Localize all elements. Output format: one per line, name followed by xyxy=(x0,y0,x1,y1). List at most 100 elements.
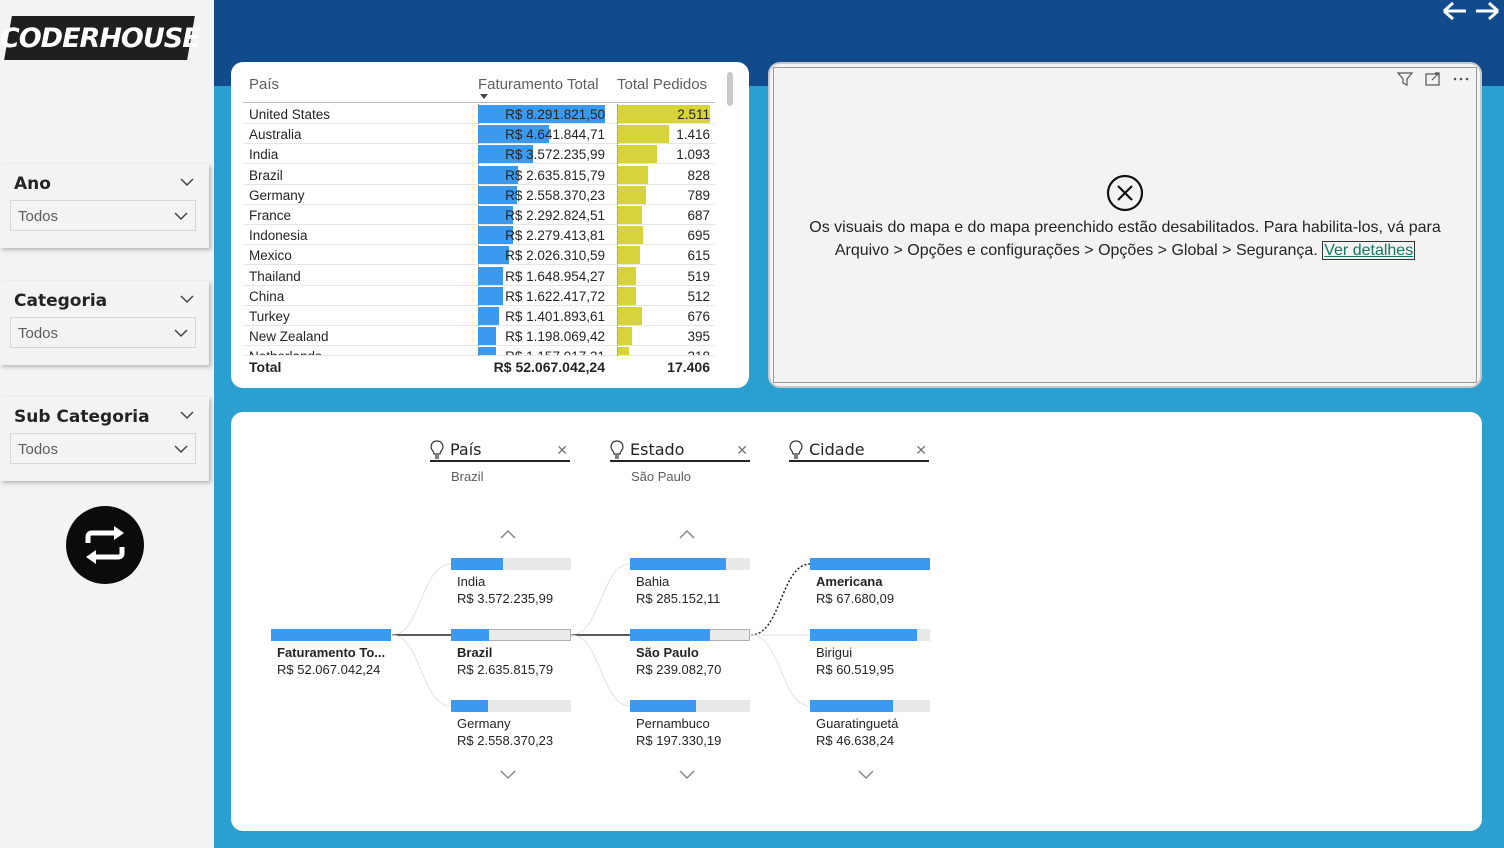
cell-revenue: R$ 2.279.413,81 xyxy=(505,228,605,244)
column-header-revenue[interactable]: Faturamento Total xyxy=(478,76,599,93)
cell-country: Australia xyxy=(249,127,302,143)
column-divider xyxy=(617,104,618,356)
cell-revenue: R$ 1.198.069,42 xyxy=(505,329,605,345)
chevron-up-icon[interactable] xyxy=(499,528,517,540)
table-row[interactable]: Indonesia R$ 2.279.413,81 695 xyxy=(243,225,715,246)
country-table[interactable]: País Faturamento Total Total Pedidos Uni… xyxy=(231,62,749,388)
table-row[interactable]: Brazil R$ 2.635.815,79 828 xyxy=(243,165,715,185)
lightbulb-icon[interactable] xyxy=(430,440,444,460)
reset-filters-button[interactable] xyxy=(66,506,144,584)
node-label: Guaratinguetá xyxy=(816,716,899,731)
table-row[interactable]: New Zealand R$ 1.198.069,42 395 xyxy=(243,326,715,347)
table-scrollbar[interactable] xyxy=(727,72,733,106)
table-row[interactable]: Australia R$ 4.641.844,71 1.416 xyxy=(243,124,715,145)
see-details-link[interactable]: Ver detalhes xyxy=(1322,241,1416,260)
chevron-down-icon[interactable] xyxy=(179,291,195,307)
level-header-estado[interactable]: Estado ✕ xyxy=(610,440,750,462)
lightbulb-icon[interactable] xyxy=(789,440,803,460)
node-bar xyxy=(630,629,711,641)
table-row[interactable]: India R$ 3.572.235,99 1.093 xyxy=(243,144,715,165)
close-icon[interactable]: ✕ xyxy=(736,442,748,459)
table-row[interactable]: France R$ 2.292.824,51 687 xyxy=(243,205,715,225)
cell-revenue: R$ 4.641.844,71 xyxy=(505,127,605,143)
cell-revenue: R$ 1.401.893,61 xyxy=(505,309,605,324)
column-header-country[interactable]: País xyxy=(249,76,279,93)
slicer-title: Ano xyxy=(14,174,51,194)
node-bar xyxy=(630,700,696,712)
table-total-row: Total R$ 52.067.042,24 17.406 xyxy=(243,357,715,379)
level-selected-value: São Paulo xyxy=(631,469,691,484)
cell-orders: 318 xyxy=(617,349,710,355)
slicer-dropdown[interactable]: Todos xyxy=(10,317,196,348)
node-bar xyxy=(271,629,391,641)
table-row[interactable]: China R$ 1.622.417,72 512 xyxy=(243,286,715,306)
cell-revenue: R$ 1.648.954,27 xyxy=(505,268,605,284)
chevron-down-icon xyxy=(174,445,188,454)
table-row[interactable]: Mexico R$ 2.026.310,59 615 xyxy=(243,245,715,266)
node-value: R$ 2.635.815,79 xyxy=(457,662,554,677)
node-bar xyxy=(630,558,726,570)
cell-revenue: R$ 1.157.917,31 xyxy=(478,349,605,355)
table-row[interactable]: Turkey R$ 1.401.893,61 676 xyxy=(243,306,715,326)
table-row[interactable]: Netherlands R$ 1.157.917,31 318 xyxy=(243,346,715,356)
node-bar xyxy=(451,629,490,641)
level-header-pais[interactable]: País ✕ xyxy=(430,440,570,462)
close-icon[interactable]: ✕ xyxy=(556,442,568,459)
refresh-arrows-icon xyxy=(85,526,125,564)
slicer-dropdown[interactable]: Todos xyxy=(10,200,196,231)
chevron-down-icon xyxy=(174,329,188,338)
cell-country: Thailand xyxy=(249,268,301,284)
chevron-down-icon[interactable] xyxy=(678,769,696,781)
decomposition-tree: País ✕ Brazil Estado ✕ São Paulo Cidade … xyxy=(231,412,1482,831)
cell-country: Mexico xyxy=(249,248,292,264)
total-revenue: R$ 52.067.042,24 xyxy=(493,359,605,375)
table-row[interactable]: United States R$ 8.291.821,50 2.511 xyxy=(243,104,715,124)
page-navigation[interactable] xyxy=(1442,0,1500,24)
node-value: R$ 60.519,95 xyxy=(816,662,895,677)
node-value: R$ 3.572.235,99 xyxy=(457,591,554,606)
cell-country: Netherlands xyxy=(249,349,322,355)
filter-icon[interactable] xyxy=(1396,70,1414,88)
cell-orders: 1.416 xyxy=(676,127,710,143)
arrow-right-icon xyxy=(1476,1,1499,21)
cell-orders: 676 xyxy=(687,309,710,324)
slicer-sub-categoria: Sub Categoria Todos xyxy=(0,397,209,481)
header-divider xyxy=(243,102,715,103)
visual-header-toolbar xyxy=(1396,70,1470,88)
cell-country: United States xyxy=(249,107,331,122)
node-value: R$ 67.680,09 xyxy=(816,591,895,606)
node-label: Birigui xyxy=(816,645,853,660)
cell-orders: 1.093 xyxy=(676,147,710,163)
node-label: Brazil xyxy=(457,645,493,660)
lightbulb-icon[interactable] xyxy=(610,440,624,460)
slicer-dropdown[interactable]: Todos xyxy=(10,433,196,464)
node-label: India xyxy=(457,574,486,589)
node-label: Bahia xyxy=(636,574,670,589)
close-icon[interactable]: ✕ xyxy=(915,442,927,459)
cell-revenue: R$ 3.572.235,99 xyxy=(505,147,605,163)
chevron-down-icon[interactable] xyxy=(857,769,875,781)
cell-country: New Zealand xyxy=(249,329,329,345)
cell-orders: 519 xyxy=(687,268,710,284)
table-row[interactable]: Germany R$ 2.558.370,23 789 xyxy=(243,185,715,205)
cell-orders: 828 xyxy=(687,167,710,183)
focus-mode-icon[interactable] xyxy=(1424,70,1442,88)
slicer-value: Todos xyxy=(18,208,59,225)
node-value: R$ 2.558.370,23 xyxy=(457,733,554,748)
error-circle-x-icon xyxy=(1106,174,1144,212)
chevron-up-icon[interactable] xyxy=(678,528,696,540)
chevron-down-icon[interactable] xyxy=(499,769,517,781)
column-divider xyxy=(478,104,479,356)
chevron-down-icon[interactable] xyxy=(179,174,195,190)
cell-country: Indonesia xyxy=(249,228,308,244)
level-header-cidade[interactable]: Cidade ✕ xyxy=(789,440,929,462)
cell-country: India xyxy=(249,147,279,163)
cell-orders: 512 xyxy=(687,288,710,304)
node-label: São Paulo xyxy=(636,645,699,660)
more-options-icon[interactable] xyxy=(1452,70,1470,88)
table-row[interactable]: Thailand R$ 1.648.954,27 519 xyxy=(243,266,715,286)
chevron-down-icon[interactable] xyxy=(179,407,195,423)
node-label: Faturamento To... xyxy=(277,645,386,660)
column-header-orders[interactable]: Total Pedidos xyxy=(617,76,707,93)
total-label: Total xyxy=(249,359,282,375)
